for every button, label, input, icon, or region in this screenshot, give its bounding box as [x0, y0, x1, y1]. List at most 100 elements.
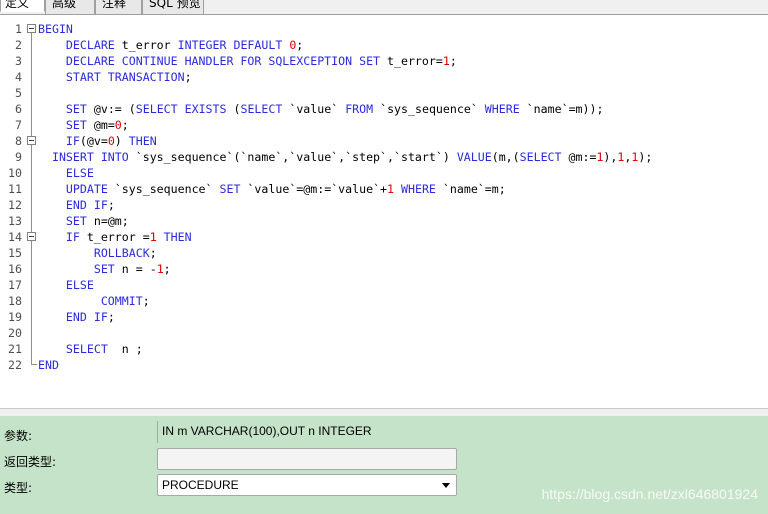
watermark: https://blog.csdn.net/zxl646801924 — [541, 486, 758, 502]
code-token: @v:= ( — [86, 102, 136, 116]
tab-comment[interactable]: 注释 — [95, 0, 142, 15]
line-number: 16 — [8, 262, 22, 276]
code-text: SET n=@m; — [38, 213, 129, 229]
code-line[interactable]: 18 COMMIT; — [0, 293, 768, 309]
code-text: DECLARE t_error INTEGER DEFAULT 0; — [38, 37, 303, 53]
code-line[interactable]: 12 END IF; — [0, 197, 768, 213]
line-number: 14 — [8, 230, 22, 244]
line-number: 3 — [15, 54, 22, 68]
code-line[interactable]: 11 UPDATE `sys_sequence` SET `value`=@m:… — [0, 181, 768, 197]
code-token: (@v= — [79, 134, 108, 148]
fold-toggle-icon[interactable] — [27, 136, 36, 145]
code-line[interactable]: 15 ROLLBACK; — [0, 245, 768, 261]
line-number: 17 — [8, 278, 22, 292]
code-number: 1 — [442, 54, 450, 68]
properties-panel: 参数: IN m VARCHAR(100),OUT n INTEGER 返回类型… — [0, 416, 768, 514]
code-token: (m,( — [491, 150, 520, 164]
code-keyword: ELSE — [65, 278, 94, 292]
fold-toggle-icon[interactable] — [27, 24, 36, 33]
code-keyword: END IF — [65, 310, 108, 324]
line-number: 12 — [8, 198, 22, 212]
code-line[interactable]: 10 ELSE — [0, 165, 768, 181]
code-token: `sys_sequence` — [107, 182, 220, 196]
code-keyword: WHERE — [401, 182, 436, 196]
code-line[interactable]: 2 DECLARE t_error INTEGER DEFAULT 0; — [0, 37, 768, 53]
code-keyword: WHERE — [484, 102, 520, 116]
code-text: ROLLBACK; — [38, 245, 157, 261]
code-keyword: THEN — [163, 230, 192, 244]
code-text: BEGIN — [38, 21, 73, 37]
code-token: t_error= — [380, 54, 443, 68]
code-keyword: SET — [65, 102, 87, 116]
code-line[interactable]: 9 INSERT INTO `sys_sequence`(`name`,`val… — [0, 149, 768, 165]
code-keyword: SELECT — [240, 102, 283, 116]
code-keyword: DECLARE — [65, 38, 115, 52]
type-select[interactable]: PROCEDURE — [157, 474, 457, 496]
code-text: ELSE — [38, 277, 94, 293]
code-token: ; — [149, 246, 157, 260]
tab-sql-preview[interactable]: SQL 预览 — [142, 0, 204, 15]
code-keyword: END IF — [65, 198, 108, 212]
return-type-field[interactable] — [157, 448, 457, 470]
code-line[interactable]: 20 — [0, 325, 768, 341]
code-line[interactable]: 13 SET n=@m; — [0, 213, 768, 229]
line-number: 4 — [15, 70, 22, 84]
code-keyword: INTEGER DEFAULT — [177, 38, 283, 52]
type-select-value: PROCEDURE — [162, 478, 239, 492]
code-line[interactable]: 19 END IF; — [0, 309, 768, 325]
line-number: 19 — [8, 310, 22, 324]
code-keyword: START TRANSACTION — [65, 70, 185, 84]
code-token: @m= — [86, 118, 115, 132]
code-line[interactable]: 21 SELECT n ; — [0, 341, 768, 357]
code-keyword: SELECT — [65, 342, 108, 356]
line-number: 20 — [8, 326, 22, 340]
tab-advanced[interactable]: 高级 — [45, 0, 95, 15]
code-number: 1 — [387, 182, 395, 196]
code-token: `sys_sequence`(`name`,`value`,`step`,`st… — [128, 150, 457, 164]
line-number: 22 — [8, 358, 22, 372]
code-token: t_error — [114, 38, 178, 52]
code-line[interactable]: 7 SET @m=0; — [0, 117, 768, 133]
chevron-down-icon[interactable] — [442, 483, 450, 488]
code-line[interactable]: 6 SET @v:= (SELECT EXISTS (SELECT `value… — [0, 101, 768, 117]
code-keyword: SELECT EXISTS — [135, 102, 227, 116]
code-keyword: SET — [65, 214, 87, 228]
code-keyword: VALUE — [456, 150, 492, 164]
tab-definition[interactable]: 定义 — [0, 0, 45, 12]
code-line[interactable]: 16 SET n = -1; — [0, 261, 768, 277]
code-line[interactable]: 3 DECLARE CONTINUE HANDLER FOR SQLEXCEPT… — [0, 53, 768, 69]
code-line[interactable]: 4 START TRANSACTION; — [0, 69, 768, 85]
code-keyword: COMMIT — [100, 294, 143, 308]
code-line[interactable]: 1 BEGIN — [0, 21, 768, 37]
type-label: 类型: — [4, 481, 33, 495]
code-text: INSERT INTO `sys_sequence`(`name`,`value… — [38, 149, 652, 165]
code-token: `value`=@m:=`value`+ — [240, 182, 388, 196]
code-line[interactable]: 5 — [0, 85, 768, 101]
code-keyword: INSERT INTO — [51, 150, 129, 164]
line-number: 2 — [15, 38, 22, 52]
code-number: 0 — [114, 118, 122, 132]
code-token: @m:= — [561, 150, 597, 164]
code-text: ELSE — [38, 165, 94, 181]
code-token: ; — [449, 54, 457, 68]
code-keyword: SET — [65, 118, 87, 132]
code-token: t_error = — [79, 230, 150, 244]
code-token: `sys_sequence` — [373, 102, 485, 116]
fold-toggle-icon[interactable] — [27, 232, 36, 241]
code-line[interactable]: 22 END — [0, 357, 768, 373]
code-editor[interactable]: 1 BEGIN 2 DECLARE t_error INTEGER DEFAULT … — [0, 16, 768, 408]
code-line[interactable]: 8 IF(@v=0) THEN — [0, 133, 768, 149]
code-keyword: SET — [93, 262, 115, 276]
params-field[interactable]: IN m VARCHAR(100),OUT n INTEGER — [157, 421, 768, 443]
code-line[interactable]: 14 IF t_error =1 THEN — [0, 229, 768, 245]
code-token: ); — [638, 150, 653, 164]
code-token: ) — [114, 134, 129, 148]
code-line[interactable]: 17 ELSE — [0, 277, 768, 293]
